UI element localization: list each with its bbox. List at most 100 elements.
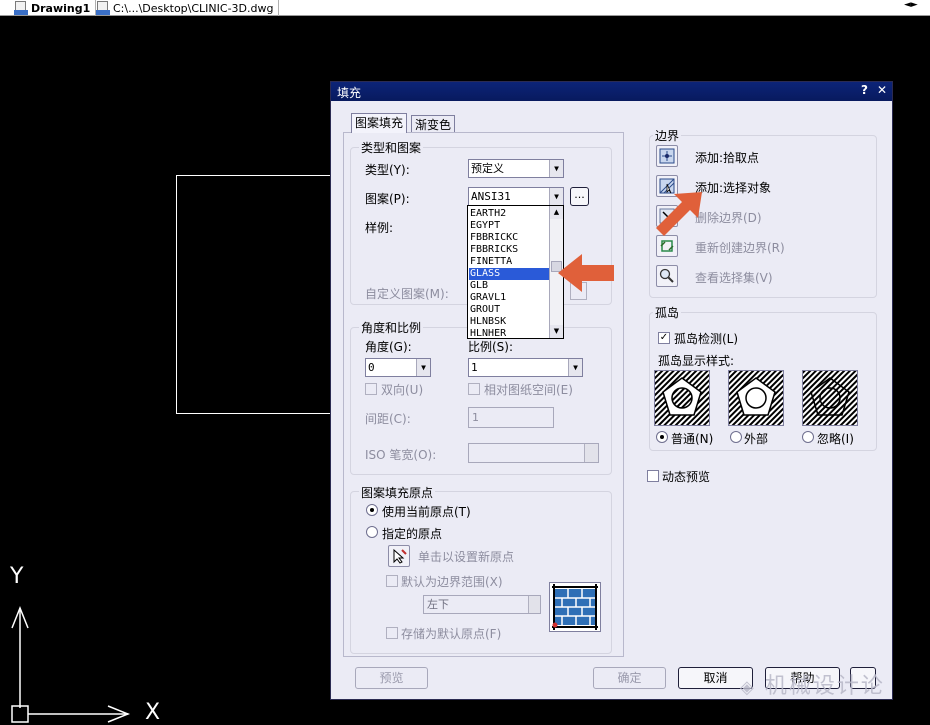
hatch-origin-title: 图案填充原点 (359, 484, 436, 501)
hatch-dialog: 填充 ? ✕ 图案填充 渐变色 类型和图案 类型(Y): 预定义 ▼ 图案(P)… (330, 81, 893, 700)
browse-pattern-button[interactable]: ... (570, 187, 589, 206)
add-select-objects-label: 添加:选择对象 (695, 181, 772, 195)
pattern-option[interactable]: EGYPT (469, 220, 549, 232)
close-icon[interactable]: ✕ (877, 83, 887, 97)
pattern-label: 图案(P): (365, 192, 410, 206)
island-outer-label: 外部 (744, 432, 769, 446)
preview-button[interactable]: 预览 (355, 667, 428, 689)
island-ignore-label: 忽略(I) (817, 432, 854, 446)
ucs-x-label: X (145, 700, 161, 725)
view-selections-button[interactable] (656, 265, 678, 287)
pattern-option[interactable]: GROUT (469, 304, 549, 316)
custom-pattern-label: 自定义图案(M): (365, 287, 449, 301)
scale-label: 比例(S): (468, 340, 514, 354)
dwg-file-icon (14, 1, 28, 15)
island-ignore-preview-icon (802, 370, 858, 426)
island-detection-label: 孤岛检测(L) (674, 332, 739, 346)
ok-button[interactable]: 确定 (593, 667, 666, 689)
tab-clinic-3d[interactable]: C:\...\Desktop\CLINIC-3D.dwg (96, 0, 280, 16)
island-outer-preview-icon (728, 370, 784, 426)
dialog-titlebar[interactable]: 填充 ? ✕ (331, 82, 892, 101)
watermark-label: 机械设计论 (764, 674, 885, 699)
scroll-down-icon[interactable]: ▼ (550, 325, 563, 338)
iso-pen-width-select[interactable] (468, 443, 599, 463)
add-pick-points-button[interactable] (656, 145, 678, 167)
type-select[interactable]: 预定义 ▼ (468, 159, 564, 178)
pattern-value: ANSI31 (471, 190, 511, 203)
pattern-option[interactable]: FINETTA (469, 256, 549, 268)
store-default-label: 存储为默认原点(F) (401, 627, 502, 641)
dialog-title: 填充 (337, 86, 362, 100)
island-normal-radio[interactable] (656, 431, 668, 443)
scale-value: 1 (471, 361, 478, 374)
tab-label: Drawing1 (31, 1, 91, 15)
angle-select[interactable]: 0 ▼ (365, 358, 431, 377)
island-normal-label: 普通(N) (671, 432, 714, 446)
angle-label: 角度(G): (365, 340, 412, 354)
chevron-down-icon: ▼ (549, 188, 563, 205)
dwg-file-icon (96, 1, 110, 15)
specified-origin-label: 指定的原点 (382, 527, 443, 541)
specified-origin-radio[interactable] (366, 526, 378, 538)
pattern-option[interactable]: GLB (469, 280, 549, 292)
pattern-select[interactable]: ANSI31 ▼ (468, 187, 564, 206)
pattern-option[interactable]: HLNHER (469, 328, 549, 338)
spacing-input[interactable]: 1 (468, 407, 554, 428)
pattern-option-selected[interactable]: GLASS (469, 268, 549, 280)
double-checkbox[interactable] (365, 383, 377, 395)
boundaries-title: 边界 (653, 127, 682, 144)
ucs-y-label: Y (10, 564, 24, 589)
pattern-option[interactable]: FBBRICKS (469, 244, 549, 256)
origin-position-value: 左下 (427, 598, 449, 611)
relative-paper-label: 相对图纸空间(E) (484, 383, 573, 397)
pattern-option[interactable]: FBBRICKC (469, 232, 549, 244)
remove-boundaries-label: 删除边界(D) (695, 211, 762, 225)
island-normal-preview-icon (654, 370, 710, 426)
angle-scale-title: 角度和比例 (359, 319, 424, 336)
view-selections-label: 查看选择集(V) (695, 271, 773, 285)
tab-hatch[interactable]: 图案填充 (351, 113, 408, 133)
document-tab-bar: Drawing1 C:\...\Desktop\CLINIC-3D.dwg ◄► (0, 0, 930, 16)
tab-drawing1[interactable]: Drawing1 (14, 0, 97, 16)
swatch-label: 样例: (365, 221, 394, 235)
help-icon[interactable]: ? (861, 83, 868, 97)
dynamic-preview-checkbox[interactable] (647, 470, 659, 482)
dynamic-preview-label: 动态预览 (662, 470, 711, 484)
scroll-up-icon[interactable]: ▲ (550, 206, 563, 219)
scale-select[interactable]: 1 ▼ (468, 358, 583, 377)
magnifier-icon (659, 268, 674, 283)
pick-points-icon (659, 148, 675, 164)
recreate-boundary-button[interactable] (656, 235, 678, 257)
store-default-checkbox[interactable] (386, 627, 398, 639)
double-label: 双向(U) (381, 383, 424, 397)
pattern-option[interactable]: GRAVL1 (469, 292, 549, 304)
tab-gradient[interactable]: 渐变色 (411, 115, 456, 132)
chevron-down-icon: ▼ (416, 359, 430, 376)
relative-paper-checkbox[interactable] (468, 383, 480, 395)
pattern-option[interactable]: EARTH2 (469, 208, 549, 220)
island-style-label: 孤岛显示样式: (658, 354, 735, 368)
pattern-dropdown-list[interactable]: EARTH2 EGYPT FBBRICKC FBBRICKS FINETTA G… (467, 205, 564, 339)
recreate-boundary-icon (660, 240, 674, 252)
island-detection-checkbox[interactable]: ✓ (658, 332, 670, 344)
click-set-origin-button[interactable] (388, 545, 410, 567)
cursor-pick-icon (393, 548, 407, 564)
type-pattern-title: 类型和图案 (359, 139, 424, 156)
default-extents-checkbox[interactable] (386, 575, 398, 587)
origin-position-select[interactable]: 左下 (423, 595, 541, 614)
angle-value: 0 (368, 361, 375, 374)
tab-scroll-arrows-icon[interactable]: ◄► (904, 0, 918, 10)
use-current-origin-radio[interactable] (366, 504, 378, 516)
island-outer-radio[interactable] (730, 431, 742, 443)
annotation-arrow-icon (558, 254, 614, 292)
click-set-origin-label: 单击以设置新原点 (418, 550, 515, 564)
island-ignore-radio[interactable] (802, 431, 814, 443)
pattern-option[interactable]: HLNBSK (469, 316, 549, 328)
islands-title: 孤岛 (653, 304, 682, 321)
recreate-boundary-label: 重新创建边界(R) (695, 241, 785, 255)
watermark-logo-icon: ◈ (740, 677, 756, 698)
watermark-text: ◈ 机械设计论 (740, 668, 925, 699)
default-extents-label: 默认为边界范围(X) (401, 575, 503, 589)
type-label: 类型(Y): (365, 163, 410, 177)
use-current-origin-label: 使用当前原点(T) (382, 505, 471, 519)
